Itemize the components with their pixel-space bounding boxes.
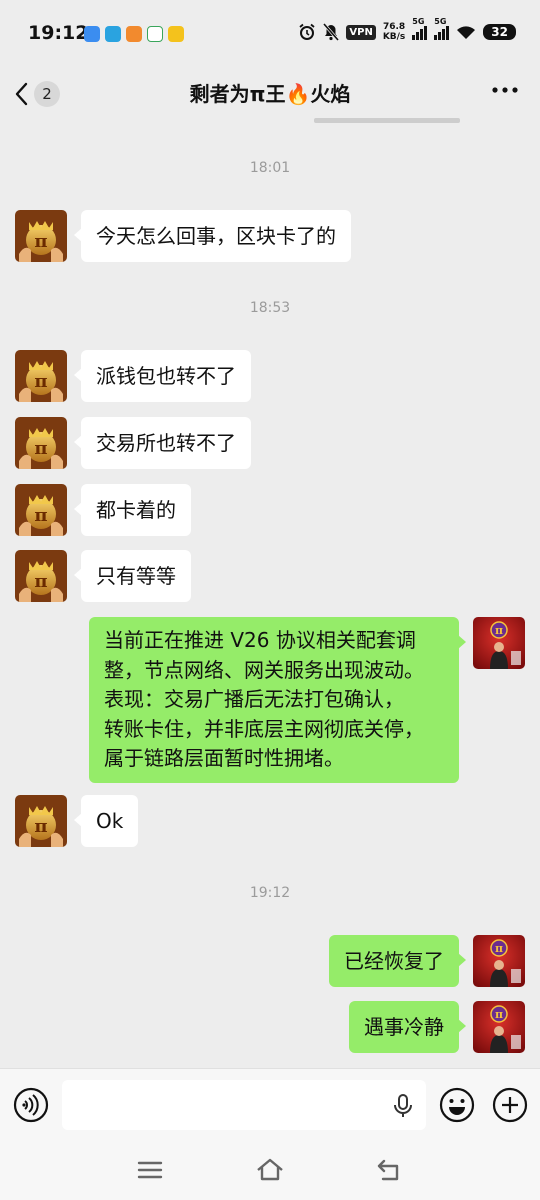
pinned-message-strip [314,118,460,123]
svg-text:π: π [34,505,47,526]
emoji-icon[interactable] [439,1087,475,1123]
home-app-icon [147,26,163,42]
svg-text:π: π [34,371,47,392]
net-speed-value: 76.8 [382,22,406,32]
app-notification-icon [84,26,100,42]
telegram-icon [105,26,121,42]
net-speed: 76.8 KB/s [383,22,405,42]
message-line: 当前正在推进 V26 协议相关配套调 [104,628,416,652]
contact-avatar[interactable]: π [15,417,67,469]
timestamp: 19:12 [249,885,291,901]
voice-icon[interactable] [13,1087,49,1123]
svg-text:π: π [34,438,47,459]
svg-text:π: π [495,1008,503,1021]
plus-icon[interactable] [492,1087,528,1123]
yellow-app-icon [168,26,184,42]
input-bar [0,1068,540,1140]
menu-icon[interactable] [135,1156,165,1184]
timestamp: 18:53 [249,300,291,316]
contact-avatar[interactable]: π [15,350,67,402]
signal-sim2-icon: 5G [434,17,450,40]
my-avatar[interactable]: π [473,617,525,669]
svg-text:π: π [495,624,503,637]
message-bubble-outgoing[interactable]: 当前正在推进 V26 协议相关配套调 整，节点网络、网关服务出现波动。 表现：交… [89,617,466,783]
alarm-icon [299,23,315,40]
message-line: 整，节点网络、网关服务出现波动。 [104,657,424,682]
message-bubble-incoming[interactable]: 都卡着的 [74,484,191,536]
message-bubble-incoming[interactable]: 今天怎么回事，区块卡了的 [74,210,351,262]
mic-icon[interactable] [392,1093,414,1119]
vpn-badge: VPN [346,24,376,40]
message-bubble-outgoing[interactable]: 遇事冷静 [349,1001,466,1053]
battery-level: 32 [491,25,508,39]
status-time: 19:12 [28,22,89,44]
mute-icon [323,23,340,41]
battery-indicator: 32 [483,24,516,40]
status-bar: 19:12 VPN 76.8 KB/s 5G 5G 32 [0,0,540,70]
contact-avatar[interactable]: π [15,550,67,602]
contact-avatar[interactable]: π [15,795,67,847]
sim1-label: 5G [412,17,425,26]
message-input[interactable] [62,1080,426,1130]
message-line: 属于链路层面暂时性拥堵。 [104,746,344,770]
notification-icons [84,26,184,42]
back-nav-icon[interactable] [375,1156,405,1184]
sim2-label: 5G [434,17,447,26]
system-nav-bar [0,1140,540,1200]
signal-sim1-icon: 5G [412,17,428,40]
svg-text:π: π [34,231,47,252]
video-app-icon [126,26,142,42]
message-bubble-incoming[interactable]: 只有等等 [74,550,191,602]
timestamp: 18:01 [249,160,291,176]
message-line: 表现：交易广播后无法打包确认， [104,687,404,711]
svg-text:π: π [34,816,47,837]
home-icon[interactable] [255,1156,285,1184]
chat-title: 剩者为π王🔥火焰 [189,82,351,106]
status-right: VPN 76.8 KB/s 5G 5G 32 [298,17,516,42]
svg-text:π: π [34,571,47,592]
contact-avatar[interactable]: π [15,210,67,262]
message-bubble-incoming[interactable]: Ok [73,795,139,847]
more-icon[interactable] [490,80,520,100]
message-bubble-incoming[interactable]: 交易所也转不了 [74,417,251,469]
message-bubble-outgoing[interactable]: 已经恢复了 [329,935,466,987]
my-avatar[interactable]: π [473,935,525,987]
message-bubble-incoming[interactable]: 派钱包也转不了 [74,350,251,402]
svg-text:π: π [495,942,503,955]
message-line: 转账卡住，并非底层主网彻底关停， [104,716,424,741]
contact-avatar[interactable]: π [15,484,67,536]
net-speed-unit: KB/s [382,32,406,42]
wifi-icon [457,26,476,39]
my-avatar[interactable]: π [473,1001,525,1053]
